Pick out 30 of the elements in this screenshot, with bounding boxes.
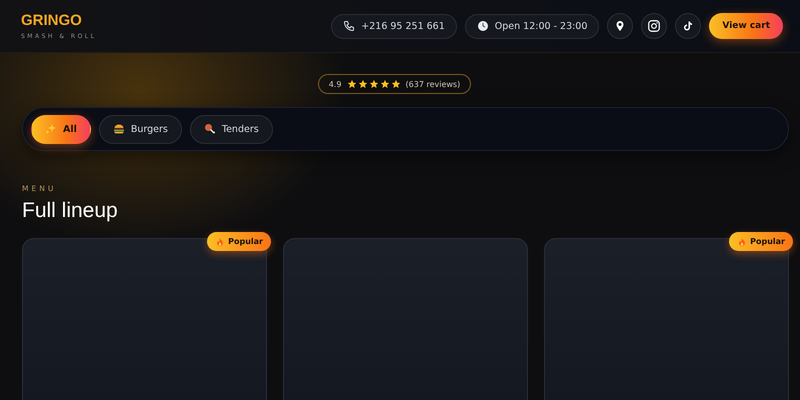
filter-chip[interactable]: All	[31, 114, 91, 144]
tiktok-button[interactable]	[675, 13, 702, 39]
filter-chip[interactable]: Burgers	[98, 114, 182, 144]
popular-badge: Popular	[729, 232, 793, 251]
camera-icon	[647, 19, 662, 33]
brand-logo[interactable]: GRINGO	[21, 12, 96, 28]
view-cart-button[interactable]: View cart	[709, 13, 783, 39]
flame-icon	[215, 236, 226, 246]
location-button[interactable]	[607, 13, 634, 39]
map-pin-icon	[614, 20, 626, 32]
star-icon	[380, 79, 390, 89]
drumstick-icon	[204, 123, 216, 135]
phone-link[interactable]: +216 95 251 661	[331, 14, 457, 38]
phone-icon	[343, 20, 356, 32]
star-icon	[368, 79, 379, 89]
star-icon	[346, 79, 357, 89]
flame-icon	[737, 236, 748, 246]
clock-icon	[476, 20, 489, 32]
popular-badge: Popular	[207, 232, 271, 251]
instagram-button[interactable]	[641, 13, 668, 39]
filter-chip[interactable]: Tenders	[190, 114, 273, 144]
opening-hours: Open 12:00 - 23:00	[464, 14, 600, 38]
star-icon	[358, 79, 368, 89]
rating-score: 4.9	[328, 80, 342, 88]
review-count: (637 reviews)	[406, 80, 460, 88]
burger-icon	[112, 123, 125, 135]
section-title: Full lineup	[22, 199, 119, 223]
sparkle-icon	[45, 123, 57, 135]
star-icon	[390, 79, 401, 89]
music-note-icon	[682, 20, 694, 32]
